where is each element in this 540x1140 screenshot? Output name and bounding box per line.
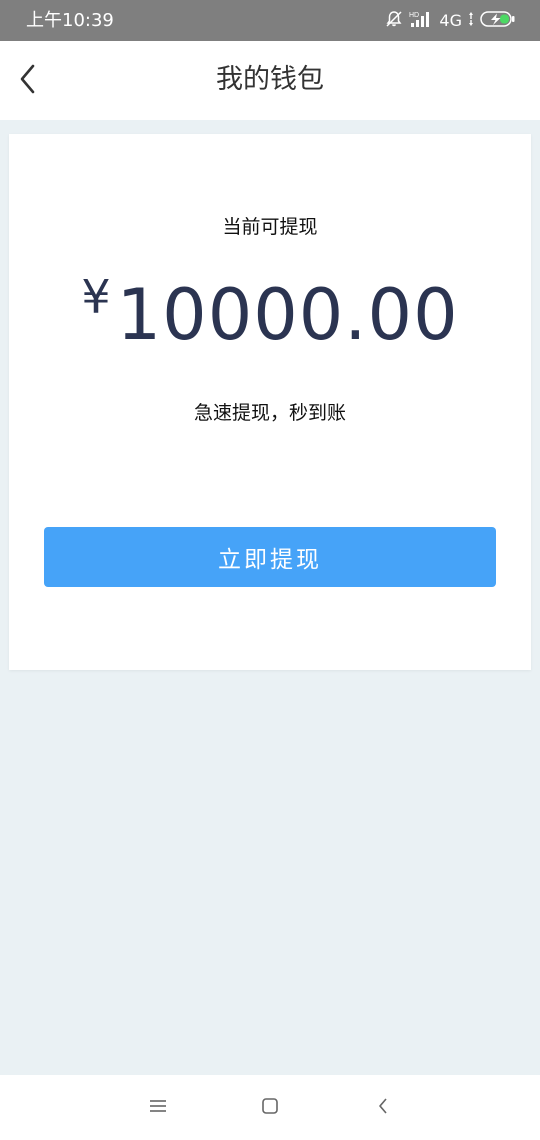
network-type: 4G [439, 11, 462, 30]
title-bar: 我的钱包 [0, 41, 540, 120]
status-icons: HD 4G [385, 10, 516, 32]
balance-amount: ¥10000.00 [9, 270, 531, 356]
status-time: 上午10:39 [26, 10, 114, 31]
mute-icon [385, 10, 403, 32]
balance-label: 当前可提现 [222, 216, 318, 238]
currency-symbol: ¥ [81, 270, 111, 324]
withdraw-button[interactable]: 立即提现 [44, 527, 496, 587]
battery-charging-icon [480, 10, 516, 32]
nav-menu-button[interactable] [143, 1095, 173, 1121]
nav-home-button[interactable] [255, 1095, 285, 1121]
wallet-card: 当前可提现 ¥10000.00 急速提现，秒到账 立即提现 [9, 134, 531, 670]
amount-value: 10000.00 [116, 274, 459, 356]
back-icon [377, 1097, 389, 1119]
system-nav-bar [0, 1075, 540, 1140]
home-icon [261, 1097, 279, 1119]
network-arrows-icon [468, 11, 474, 31]
status-bar: 上午10:39 HD 4G [0, 0, 540, 41]
svg-text:HD: HD [409, 12, 419, 19]
menu-icon [149, 1098, 167, 1118]
withdraw-tip: 急速提现，秒到账 [193, 402, 346, 424]
page-title: 我的钱包 [216, 64, 324, 95]
signal-icon: HD [409, 10, 433, 32]
nav-back-button[interactable] [368, 1095, 398, 1121]
